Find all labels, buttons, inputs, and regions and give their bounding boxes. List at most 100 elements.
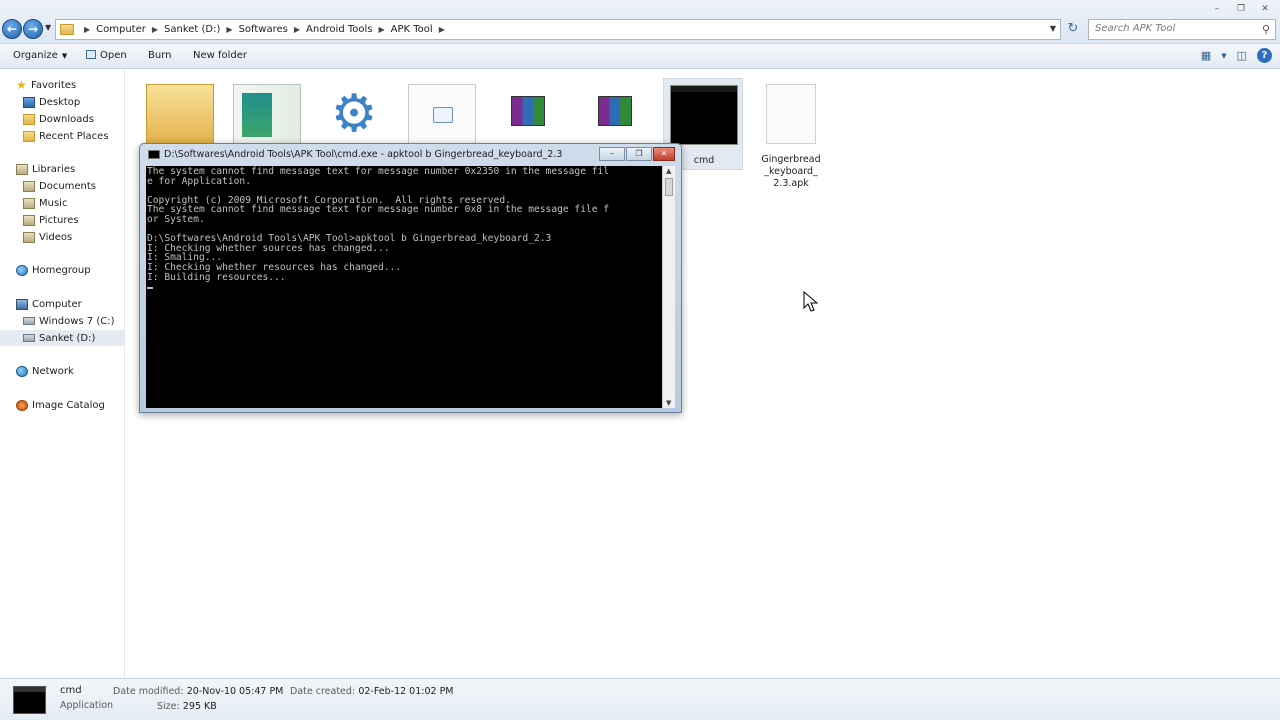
nav-label: Homegroup	[32, 264, 91, 276]
scroll-up-icon[interactable]: ▲	[666, 167, 671, 175]
nav-network[interactable]: Network	[0, 363, 124, 379]
nav-label: Windows 7 (C:)	[39, 315, 115, 327]
java-file-icon	[408, 84, 476, 144]
chevron-right-icon[interactable]: ▶	[294, 25, 300, 34]
winrar-archive-icon	[598, 96, 632, 126]
organize-label: Organize	[13, 50, 58, 61]
drive-icon	[23, 334, 35, 342]
burn-button[interactable]: Burn	[148, 50, 171, 61]
nav-pictures[interactable]: Pictures	[0, 212, 124, 228]
computer-icon	[16, 298, 28, 310]
date-created-value: 02-Feb-12 01:02 PM	[358, 686, 454, 697]
cmd-console[interactable]: The system cannot find message text for …	[146, 166, 662, 408]
homegroup-icon	[16, 264, 28, 276]
installer-icon	[233, 84, 301, 144]
preview-pane-icon[interactable]: ◫	[1237, 49, 1247, 62]
date-created-label: Date created:	[290, 686, 356, 697]
chevron-right-icon[interactable]: ▶	[379, 25, 385, 34]
file-item-apk[interactable]: Gingerbread_keyboard_2.3.apk	[751, 78, 831, 189]
breadcrumb-computer[interactable]: Computer	[96, 24, 146, 35]
nav-image-catalog[interactable]: Image Catalog	[0, 397, 124, 413]
nav-label: Libraries	[32, 163, 76, 175]
change-view-icon[interactable]: ▦	[1201, 49, 1211, 62]
winrar-archive-icon	[511, 96, 545, 126]
cmd-minimize-button[interactable]: –	[599, 147, 625, 161]
breadcrumb-android-tools[interactable]: Android Tools	[306, 24, 372, 35]
nav-desktop[interactable]: Desktop	[0, 94, 124, 110]
cmd-window-controls: – ❐ ✕	[599, 147, 675, 161]
console-output: The system cannot find message text for …	[146, 166, 660, 406]
forward-button[interactable]: →	[23, 19, 43, 39]
open-label: Open	[100, 50, 127, 61]
search-placeholder: Search APK Tool	[1095, 23, 1176, 34]
recent-places-icon	[23, 130, 35, 142]
drive-icon	[23, 317, 35, 325]
maximize-button[interactable]: ❐	[1230, 2, 1252, 16]
chevron-right-icon[interactable]: ▶	[84, 25, 90, 34]
nav-label: Music	[39, 197, 68, 209]
console-output-text: The system cannot find message text for …	[147, 166, 610, 283]
nav-recent-places[interactable]: Recent Places	[0, 128, 124, 144]
text-cursor	[147, 287, 153, 290]
address-dropdown-icon[interactable]: ▼	[1050, 24, 1056, 33]
chevron-right-icon[interactable]: ▶	[226, 25, 232, 34]
address-bar[interactable]: ▶ Computer ▶ Sanket (D:) ▶ Softwares ▶ A…	[55, 19, 1061, 40]
view-controls: ▦ ▼ ◫ ?	[1201, 48, 1272, 63]
new-folder-button[interactable]: New folder	[193, 50, 247, 61]
videos-icon	[23, 231, 35, 243]
cmd-window[interactable]: D:\Softwares\Android Tools\APK Tool\cmd.…	[139, 143, 682, 413]
detail-date-modified: Date modified: 20-Nov-10 05:47 PM	[113, 686, 283, 697]
close-button[interactable]: ✕	[1254, 2, 1276, 16]
cmd-close-button[interactable]: ✕	[653, 147, 675, 161]
cmd-maximize-button[interactable]: ❐	[626, 147, 652, 161]
downloads-icon	[23, 113, 35, 125]
nav-label: Videos	[39, 231, 73, 243]
nav-music[interactable]: Music	[0, 195, 124, 211]
cmd-titlebar[interactable]: D:\Softwares\Android Tools\APK Tool\cmd.…	[148, 149, 562, 160]
detail-filename: cmd	[60, 685, 82, 696]
view-dropdown-icon[interactable]: ▼	[1221, 52, 1226, 60]
nav-favorites[interactable]: ★ Favorites	[0, 77, 124, 93]
nav-label: Computer	[32, 298, 82, 310]
breadcrumb-apk-tool[interactable]: APK Tool	[391, 24, 433, 35]
libraries-icon	[16, 163, 28, 175]
command-prompt-icon	[148, 150, 160, 159]
refresh-icon[interactable]: ↻	[1064, 20, 1082, 38]
chevron-right-icon[interactable]: ▶	[152, 25, 158, 34]
search-icon[interactable]: ⚲	[1262, 23, 1270, 36]
nav-videos[interactable]: Videos	[0, 229, 124, 245]
nav-drive-d[interactable]: Sanket (D:)	[0, 330, 124, 346]
cmd-window-title: D:\Softwares\Android Tools\APK Tool\cmd.…	[164, 149, 563, 160]
explorer-titlebar: – ❐ ✕ ← → ▼ ▶ Computer ▶ Sanket (D:) ▶ S…	[0, 0, 1280, 44]
chevron-right-icon[interactable]: ▶	[439, 25, 445, 34]
command-prompt-icon	[13, 686, 46, 714]
navigation-pane: ★ Favorites Desktop Downloads Recent Pla…	[0, 70, 125, 678]
breadcrumb-sanket-d[interactable]: Sanket (D:)	[164, 24, 220, 35]
folder-icon	[146, 84, 214, 144]
nav-label: Sanket (D:)	[39, 332, 96, 344]
nav-downloads[interactable]: Downloads	[0, 111, 124, 127]
nav-homegroup[interactable]: Homegroup	[0, 262, 124, 278]
nav-label: Documents	[39, 180, 97, 192]
open-button[interactable]: Open	[86, 50, 127, 61]
scroll-down-icon[interactable]: ▼	[666, 399, 671, 407]
cmd-scrollbar[interactable]: ▲ ▼	[662, 166, 675, 408]
back-button[interactable]: ←	[2, 19, 22, 39]
network-icon	[16, 365, 28, 377]
recent-pages-dropdown-icon[interactable]: ▼	[45, 23, 51, 32]
nav-label: Pictures	[39, 214, 79, 226]
breadcrumb-softwares[interactable]: Softwares	[239, 24, 288, 35]
file-label-apk: Gingerbread_keyboard_2.3.apk	[761, 154, 821, 189]
minimize-button[interactable]: –	[1206, 2, 1228, 16]
nav-drive-c[interactable]: Windows 7 (C:)	[0, 313, 124, 329]
nav-label: Image Catalog	[32, 399, 105, 411]
organize-button[interactable]: Organize ▼	[13, 50, 67, 61]
nav-libraries[interactable]: Libraries	[0, 161, 124, 177]
chevron-down-icon: ▼	[61, 52, 68, 60]
command-prompt-icon	[670, 85, 738, 145]
search-input[interactable]: Search APK Tool ⚲	[1088, 19, 1276, 40]
nav-documents[interactable]: Documents	[0, 178, 124, 194]
scrollbar-thumb[interactable]	[665, 178, 673, 196]
help-icon[interactable]: ?	[1257, 48, 1272, 63]
nav-computer[interactable]: Computer	[0, 296, 124, 312]
